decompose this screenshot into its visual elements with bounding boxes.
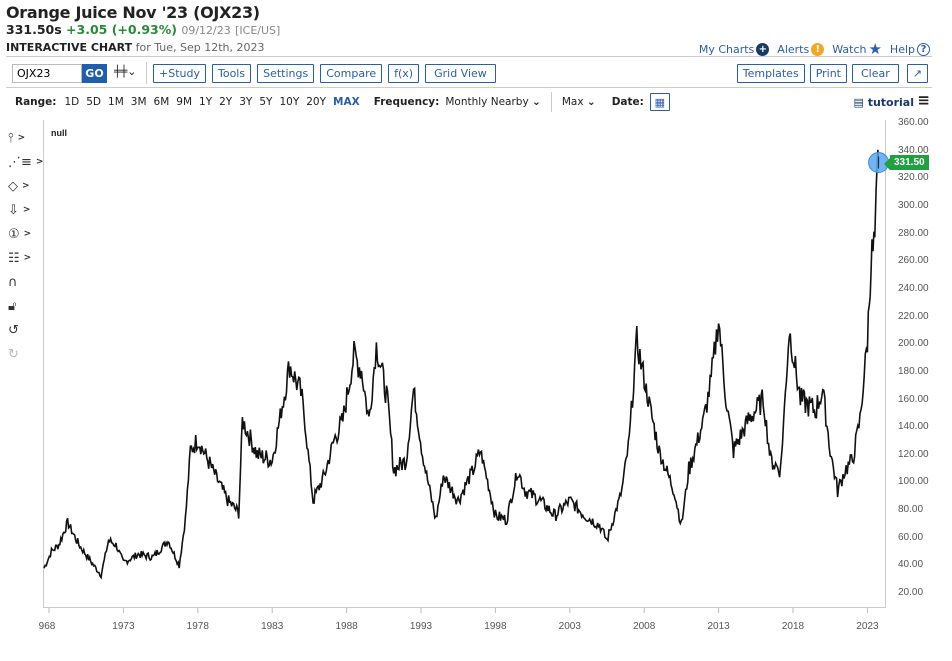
y-tick-label: 140.00 [898,421,929,433]
x-tick-label: 968 [38,621,56,632]
y-tick-label: 60.00 [898,531,924,543]
y-tick-label: 180.00 [898,365,929,377]
y-tick-label: 300.00 [898,200,929,212]
price-chart [43,149,890,613]
x-tick-label: 2003 [558,621,581,632]
y-tick-label: 100.00 [898,476,929,488]
x-tick-label: 1993 [409,621,433,632]
y-tick-label: 320.00 [898,172,929,184]
price-line [43,149,880,580]
y-tick-label: 200.00 [898,338,929,350]
y-tick-label: 20.00 [898,587,924,598]
x-tick-label: 1978 [186,621,209,632]
x-tick-label: 2013 [707,621,730,632]
x-tick-label: 2008 [633,621,656,632]
y-tick-label: 280.00 [898,227,929,239]
y-tick-label: 80.00 [898,504,924,516]
y-tick-label: 220.00 [898,310,929,322]
y-tick-label: 260.00 [898,255,929,267]
y-tick-label: 40.00 [898,559,924,571]
x-tick-label: 1998 [484,621,507,632]
y-tick-label: 360.00 [898,117,929,129]
last-price-badge: 331.50 [884,154,929,170]
x-tick-label: 2018 [781,621,805,632]
y-tick-label: 240.00 [898,282,929,294]
x-tick-label: 2023 [856,621,879,632]
y-tick-label: 120.00 [898,448,929,460]
x-tick-label: 1983 [261,621,284,632]
x-tick-label: 1973 [112,621,135,632]
y-tick-label: 160.00 [898,393,929,405]
x-tick-label: 1988 [335,621,358,632]
